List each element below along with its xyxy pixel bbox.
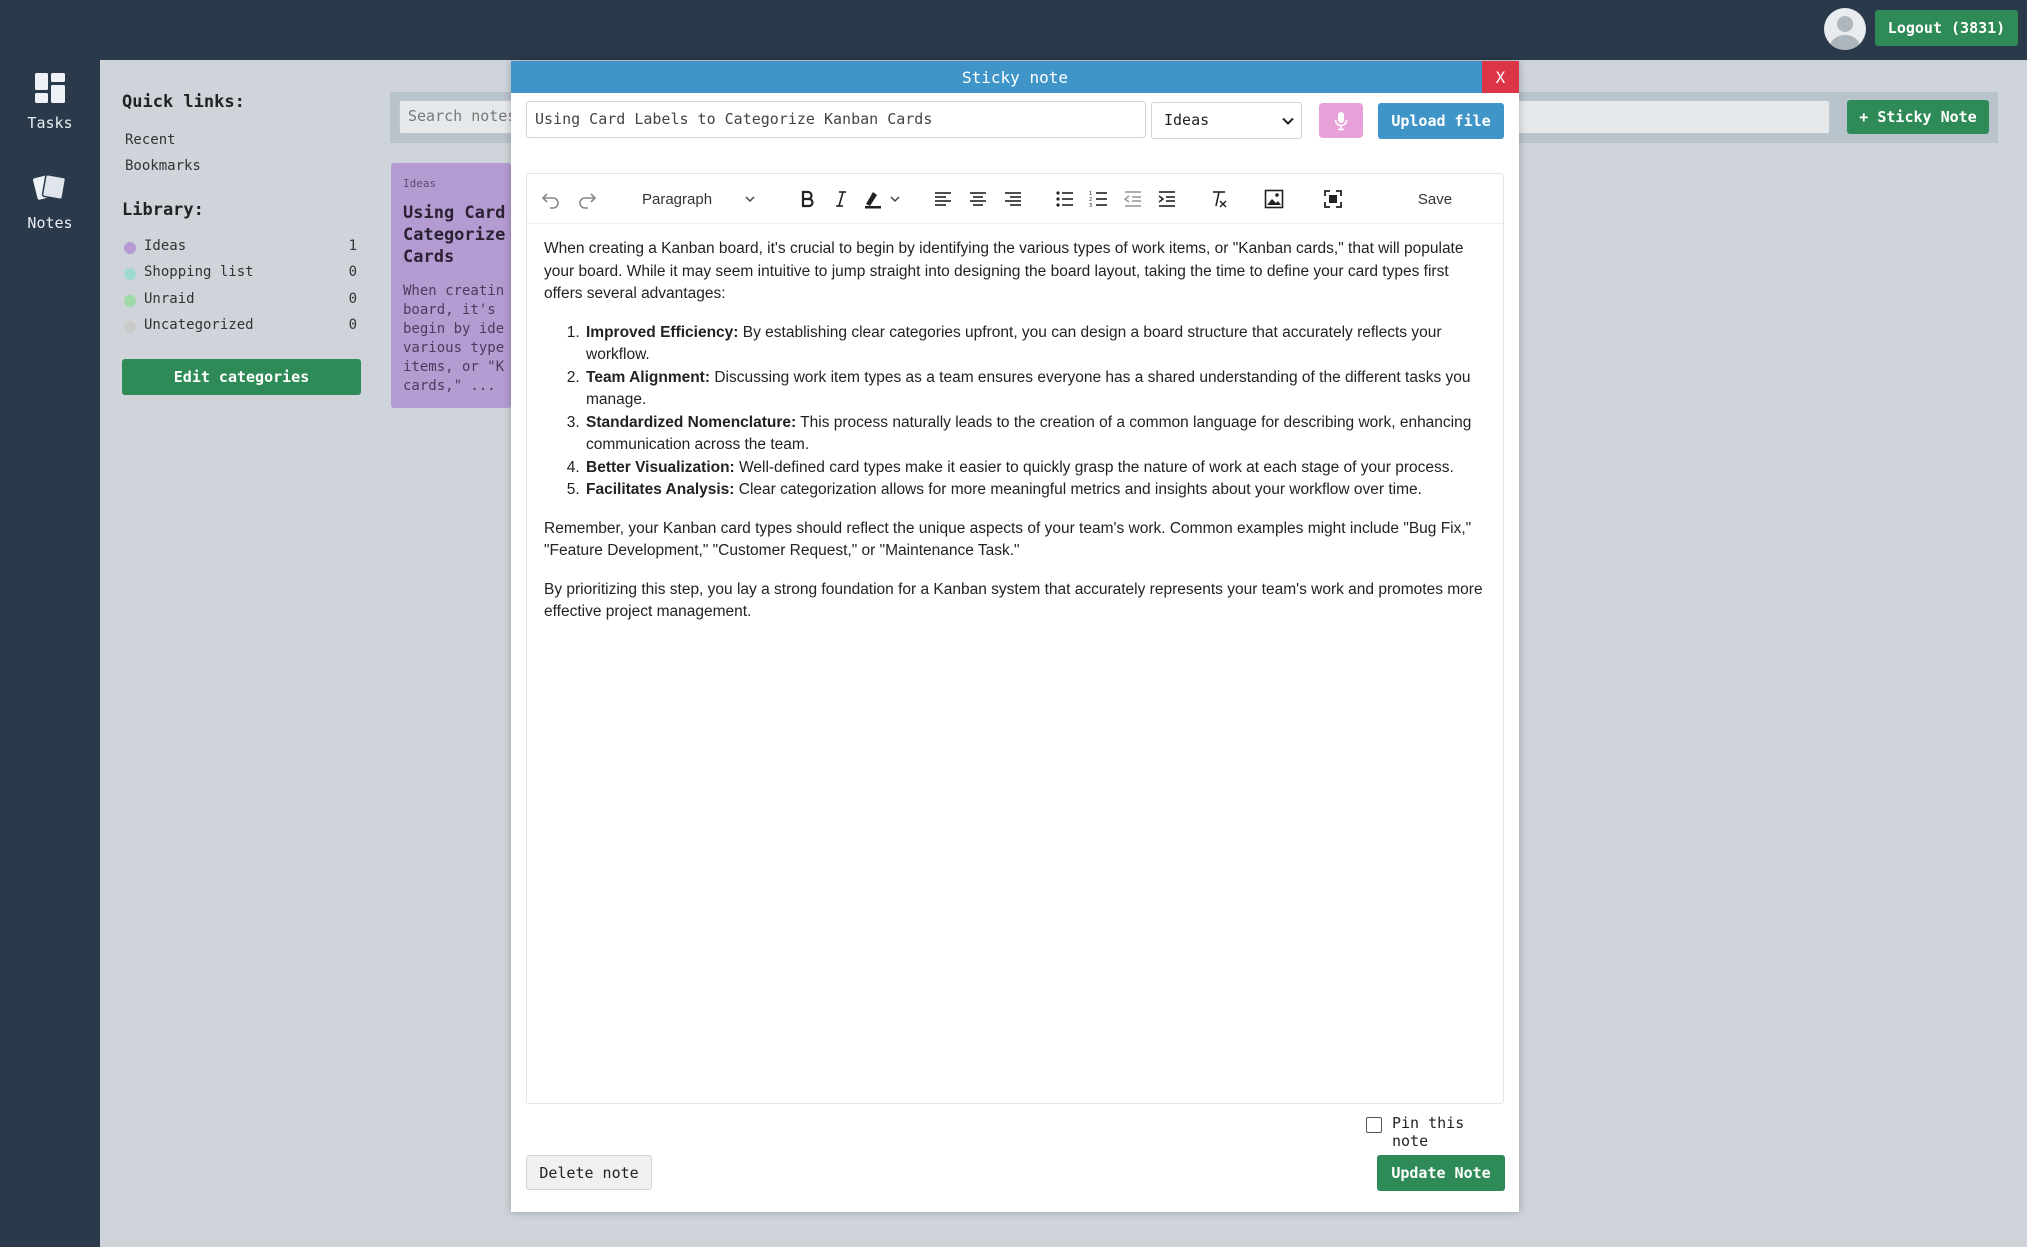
quick-link-bookmarks[interactable]: Bookmarks [125, 158, 201, 174]
undo-icon[interactable] [537, 186, 565, 212]
library-item-count: 0 [348, 291, 357, 307]
fullscreen-icon[interactable] [1319, 186, 1347, 212]
highlight-color-icon[interactable] [861, 186, 905, 212]
note-card-category: Ideas [403, 177, 437, 190]
library-item-uncategorized[interactable]: Uncategorized 0 [124, 317, 359, 337]
upload-file-button[interactable]: Upload file [1378, 103, 1504, 139]
list-item-term: Standardized Nomenclature: [586, 413, 797, 431]
avatar-head [1837, 16, 1853, 32]
library-item-unraid[interactable]: Unraid 0 [124, 291, 359, 311]
editor-save-button[interactable]: Save [1415, 187, 1455, 211]
library-item-count: 0 [348, 264, 357, 280]
chevron-down-icon [745, 196, 755, 203]
chevron-down-icon [1282, 117, 1294, 125]
note-card-title: Using Card Categorize Cards [403, 203, 506, 267]
pin-note-label: Pin this note [1392, 1114, 1465, 1150]
category-dot [124, 268, 136, 280]
tasks-dashboard-icon [34, 72, 66, 108]
logout-button[interactable]: Logout (3831) [1875, 10, 2018, 46]
list-item-term: Improved Efficiency: [586, 323, 739, 341]
note-card[interactable]: Ideas Using Card Categorize Cards When c… [391, 163, 511, 408]
top-bar: Logout (3831) [0, 0, 2027, 60]
content-intro: When creating a Kanban board, it's cruci… [544, 240, 1464, 302]
rail-item-tasks[interactable]: Tasks [0, 72, 100, 132]
note-title-input[interactable]: Using Card Labels to Categorize Kanban C… [526, 101, 1146, 138]
numbered-list-icon[interactable]: 123 [1085, 186, 1113, 212]
redo-icon[interactable] [573, 186, 601, 212]
outdent-icon[interactable] [1119, 186, 1147, 212]
align-right-icon[interactable] [999, 186, 1027, 212]
list-item: Team Alignment: Discussing work item typ… [584, 367, 1484, 412]
library-item-name: Ideas [144, 238, 187, 254]
italic-icon[interactable] [827, 186, 855, 212]
align-center-icon[interactable] [964, 186, 992, 212]
indent-icon[interactable] [1153, 186, 1181, 212]
rich-text-editor[interactable]: Paragraph 1 2 3 Save When creating a Kan… [526, 173, 1504, 1104]
rail-item-notes[interactable]: Notes [0, 170, 100, 232]
category-select-value: Ideas [1164, 111, 1210, 129]
quick-links-title: Quick links: [122, 92, 245, 112]
block-format-select[interactable]: Paragraph [634, 185, 760, 213]
rail-item-label: Tasks [27, 114, 73, 132]
category-select[interactable]: Ideas [1151, 102, 1302, 139]
edit-categories-button[interactable]: Edit categories [122, 359, 361, 395]
list-item: Standardized Nomenclature: This process … [584, 412, 1484, 457]
list-item: Better Visualization: Well-defined card … [584, 457, 1484, 480]
svg-text:3: 3 [1089, 203, 1092, 209]
insert-image-icon[interactable] [1260, 186, 1288, 212]
list-item: Improved Efficiency: By establishing cle… [584, 322, 1484, 367]
list-item-text: Clear categorization allows for more mea… [734, 481, 1422, 498]
list-item-term: Facilitates Analysis: [586, 481, 735, 498]
pin-note-checkbox[interactable]: Pin this note [1366, 1113, 1506, 1150]
library-item-name: Shopping list [144, 264, 254, 280]
library-item-name: Unraid [144, 291, 195, 307]
content-paragraph-2: Remember, your Kanban card types should … [544, 519, 1472, 560]
search-notes-input-extension[interactable] [1510, 100, 1830, 134]
library-item-name: Uncategorized [144, 317, 254, 333]
new-sticky-note-button[interactable]: + Sticky Note [1847, 100, 1989, 134]
rail-item-label: Notes [27, 214, 73, 232]
align-left-icon[interactable] [929, 186, 957, 212]
editor-content[interactable]: When creating a Kanban board, it's cruci… [544, 238, 1484, 640]
left-rail: Tasks Notes [0, 60, 100, 1247]
bullet-list-icon[interactable] [1051, 186, 1079, 212]
list-item-text: Well-defined card types make it easier t… [734, 458, 1454, 476]
note-card-excerpt: When creatin board, it's begin by ide va… [403, 283, 505, 394]
delete-note-button[interactable]: Delete note [526, 1155, 652, 1190]
category-dot [124, 295, 136, 307]
library-item-ideas[interactable]: Ideas 1 [124, 238, 359, 258]
library-item-count: 0 [348, 317, 357, 333]
list-item-text: Discussing work item types as a team ens… [586, 368, 1471, 409]
editor-toolbar: Paragraph 1 2 3 Save [527, 174, 1503, 224]
sticky-note-modal: Sticky note X Using Card Labels to Categ… [511, 61, 1519, 1212]
library-item-shopping-list[interactable]: Shopping list 0 [124, 264, 359, 284]
category-dot [124, 321, 136, 333]
category-dot [124, 242, 136, 254]
block-format-value: Paragraph [642, 190, 713, 208]
content-list: Improved Efficiency: By establishing cle… [584, 322, 1484, 502]
close-button[interactable]: X [1482, 61, 1519, 93]
bold-icon[interactable] [793, 186, 821, 212]
user-avatar-icon[interactable] [1824, 8, 1866, 50]
modal-title: Sticky note [511, 61, 1519, 93]
microphone-icon [1334, 111, 1348, 130]
quick-link-recent[interactable]: Recent [125, 132, 176, 148]
checkbox-icon[interactable] [1366, 1117, 1382, 1133]
microphone-button[interactable] [1319, 103, 1363, 138]
library-item-count: 1 [348, 238, 357, 254]
avatar-body [1830, 35, 1860, 50]
list-item: Facilitates Analysis: Clear categorizati… [584, 479, 1484, 502]
update-note-button[interactable]: Update Note [1377, 1155, 1505, 1191]
notes-stack-icon [32, 170, 68, 208]
library-title: Library: [122, 200, 204, 220]
list-item-term: Better Visualization: [586, 458, 735, 476]
clear-formatting-icon[interactable] [1205, 186, 1233, 212]
list-item-term: Team Alignment: [586, 368, 711, 386]
content-paragraph-3: By prioritizing this step, you lay a str… [544, 580, 1483, 621]
